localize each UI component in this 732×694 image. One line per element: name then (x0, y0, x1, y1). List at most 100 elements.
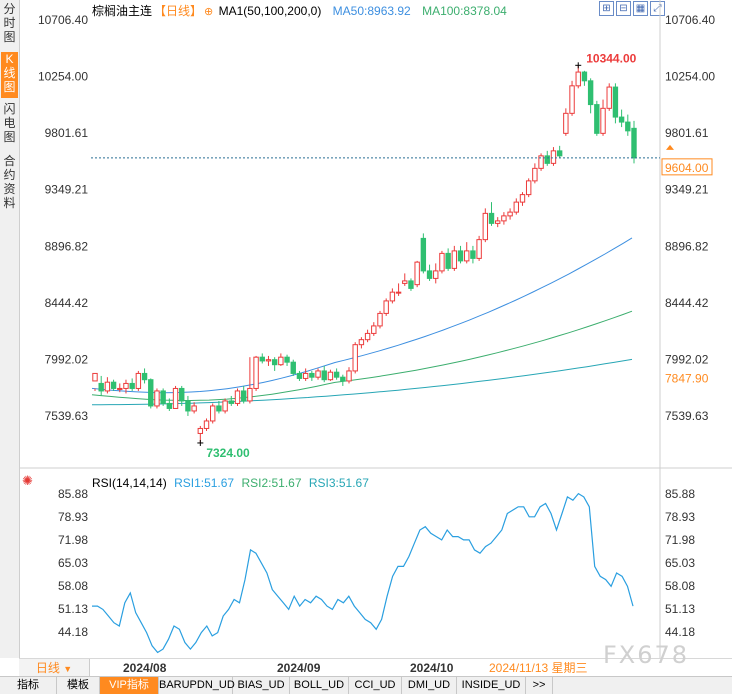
rsi-tick-label-right: 51.13 (665, 602, 695, 616)
last-price-label: 9604.00 (665, 161, 709, 175)
candle-body (501, 215, 507, 222)
candle-body (433, 270, 439, 279)
low-price-label: 7324.00 (206, 446, 250, 460)
ma-line-ma50 (91, 237, 633, 394)
tab-templates[interactable]: 模板 (57, 677, 100, 694)
candle-body (482, 212, 489, 241)
rsi-label[interactable]: RSI(14,14,14) (92, 476, 167, 490)
tab-bias[interactable]: BIAS_UD (233, 677, 290, 694)
candle-body (160, 390, 166, 404)
candle-body (414, 261, 420, 286)
candle-body (296, 372, 303, 379)
candle-body (210, 405, 216, 422)
candle-body (265, 359, 272, 362)
cursor-date-label: 2024/11/13 星期三 (489, 661, 588, 675)
price-tick-label-left: 9349.21 (45, 183, 89, 197)
candle-body (234, 390, 241, 404)
rsi-tick-label-left: 78.93 (58, 510, 88, 524)
candle-body (253, 356, 259, 389)
rsi-line (92, 492, 634, 654)
candle-body (309, 372, 315, 378)
tab-boll[interactable]: BOLL_UD (290, 677, 349, 694)
price-tick-label-left: 8444.42 (45, 296, 89, 310)
candle-body (581, 71, 588, 82)
indicator-settings-icon[interactable]: ✺ (22, 473, 33, 489)
candle-body (544, 155, 550, 164)
candle-body (191, 405, 197, 412)
candle-body (594, 104, 600, 134)
tab-vip-indicators[interactable]: VIP指标 (100, 677, 159, 694)
candle-body (154, 390, 160, 407)
price-tick-label-right: 10706.40 (665, 13, 715, 27)
date-label: 2024/10 (410, 661, 454, 675)
candle-body (364, 332, 371, 341)
tab-barupdn[interactable]: BARUPDN_UD (159, 677, 235, 694)
price-tick-label-left: 10706.40 (38, 13, 88, 27)
candle-body (470, 250, 476, 259)
candle-body (402, 280, 408, 284)
candle-body (247, 387, 253, 402)
candle-body (476, 239, 482, 259)
rsi-tick-label-left: 85.88 (58, 487, 88, 501)
candle-body (228, 400, 234, 404)
candle-body (172, 387, 179, 409)
candle-body (179, 387, 185, 402)
candle-body (333, 371, 340, 378)
tab-more-chevron-icon[interactable]: >> (526, 677, 553, 694)
candle-body (352, 344, 358, 372)
candle-body (457, 250, 464, 262)
candle-body (556, 150, 563, 157)
candle-body (420, 237, 427, 272)
candle-body (550, 150, 557, 164)
rsi-legend: RSI(14,14,14) RSI1:51.67 RSI2:51.67 RSI3… (92, 476, 369, 490)
rsi-tick-label-left: 44.18 (58, 625, 88, 639)
kline-chart[interactable]: 10706.40 10706.40 10254.00 10254.00 9801.61 9… (0, 0, 732, 658)
chevron-down-icon: ▼ (63, 664, 73, 674)
candle-body (185, 400, 191, 412)
candle-body (631, 127, 637, 159)
candle-body (445, 252, 451, 269)
rsi3-value: RSI3:51.67 (308, 476, 369, 490)
candle-body (488, 212, 495, 224)
price-tick-label-left: 7992.02 (45, 352, 89, 366)
candle-body (569, 85, 575, 114)
candle-body (519, 194, 526, 203)
candle-body (259, 356, 265, 362)
candle-body (532, 167, 538, 182)
candle-body (222, 400, 228, 412)
candle-body (383, 300, 389, 314)
tab-inside[interactable]: INSIDE_UD (457, 677, 526, 694)
candle-body (117, 387, 123, 390)
candle-body (321, 370, 327, 381)
candle-body (197, 427, 204, 434)
candle-body (346, 370, 352, 382)
ma-value-label: 7847.90 (665, 371, 709, 385)
price-tick-label-right: 7992.02 (665, 352, 709, 366)
candle-body (426, 270, 433, 279)
candle-body (104, 381, 111, 392)
tab-indicators[interactable]: 指标 (0, 677, 57, 694)
rsi-tick-label-left: 51.13 (58, 602, 88, 616)
candle-body (315, 370, 321, 378)
candle-body (284, 356, 290, 363)
candle-body (123, 382, 129, 389)
candle-body (290, 361, 296, 374)
period-selector[interactable]: 日线 ▼ (19, 659, 90, 677)
price-tick-label-left: 10254.00 (38, 70, 88, 84)
candle-body (371, 325, 377, 334)
rsi-tick-label-right: 71.98 (665, 533, 695, 547)
candle-body (395, 291, 402, 294)
tab-cci[interactable]: CCI_UD (349, 677, 402, 694)
candle-body (618, 116, 625, 123)
price-tick-label-right: 8444.42 (665, 296, 709, 310)
price-tick-label-left: 9801.61 (45, 126, 89, 140)
candle-body (377, 312, 383, 327)
tab-dmi[interactable]: DMI_UD (402, 677, 457, 694)
candle-body (600, 107, 606, 134)
candle-body (606, 86, 612, 109)
candle-body (216, 405, 222, 412)
candle-body (129, 382, 135, 389)
candle-body (563, 112, 569, 134)
date-label: 2024/09 (277, 661, 321, 675)
rsi-tick-label-left: 65.03 (58, 556, 88, 570)
